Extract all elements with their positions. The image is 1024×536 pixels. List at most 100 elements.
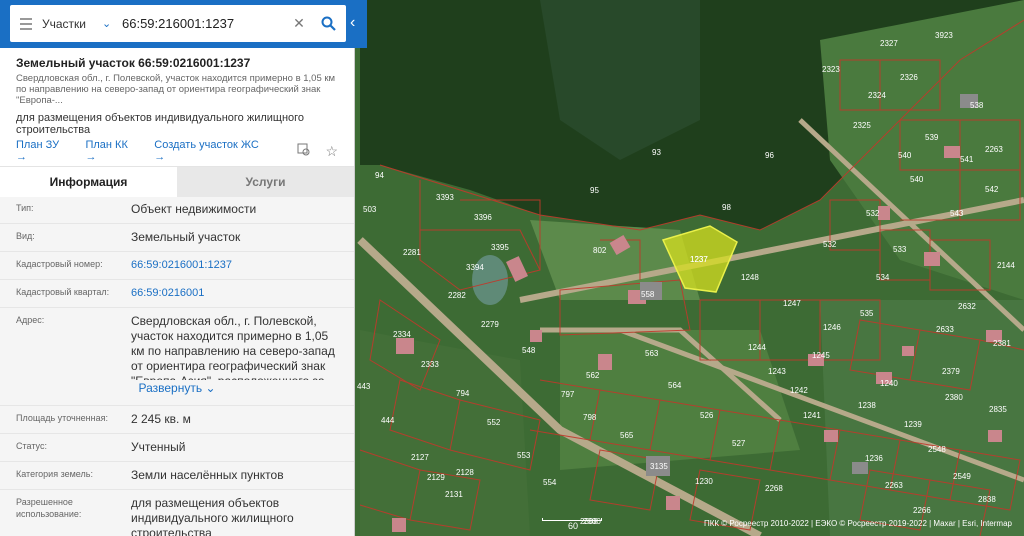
parcel-number-label[interactable]: 2633 (936, 325, 954, 334)
star-icon[interactable]: ☆ (325, 143, 338, 160)
parcel-number-label[interactable]: 3135 (650, 462, 668, 471)
parcel-number-label[interactable]: 2838 (978, 495, 996, 504)
parcel-number-label[interactable]: 2835 (989, 405, 1007, 414)
parcel-number-label[interactable]: 3393 (436, 193, 454, 202)
parcel-number-label[interactable]: 2327 (880, 39, 898, 48)
plan-zu-link[interactable]: План ЗУ → (16, 139, 71, 163)
parcel-number-label[interactable]: 1248 (741, 273, 759, 282)
parcel-number-label[interactable]: 1237 (690, 255, 708, 264)
parcel-number-label[interactable]: 565 (620, 431, 634, 440)
parcel-number-label[interactable]: 1244 (748, 343, 766, 352)
parcel-number-label[interactable]: 532 (866, 209, 880, 218)
parcel-number-label[interactable]: 1247 (783, 299, 801, 308)
locate-icon[interactable] (297, 143, 311, 160)
parcel-number-label[interactable]: 98 (722, 203, 731, 212)
parcel-number-label[interactable]: 563 (645, 349, 659, 358)
parcel-number-label[interactable]: 554 (543, 478, 557, 487)
parcel-number-label[interactable]: 3396 (474, 213, 492, 222)
parcel-number-label[interactable]: 564 (668, 381, 682, 390)
parcel-number-label[interactable]: 798 (583, 413, 597, 422)
parcel-number-label[interactable]: 94 (375, 171, 384, 180)
parcel-number-label[interactable]: 443 (357, 382, 371, 391)
parcel-number-label[interactable]: 540 (898, 151, 912, 160)
tab-info[interactable]: Информация (0, 167, 177, 197)
parcel-number-label[interactable]: 3395 (491, 243, 509, 252)
parcel-number-label[interactable]: 2325 (853, 121, 871, 130)
parcel-number-label[interactable]: 1241 (803, 411, 821, 420)
parcel-number-label[interactable]: 532 (823, 240, 837, 249)
parcel-number-label[interactable]: 2282 (448, 291, 466, 300)
parcel-number-label[interactable]: 2263 (985, 145, 1003, 154)
parcel-number-label[interactable]: 96 (765, 151, 774, 160)
parcel-number-label[interactable]: 539 (925, 133, 939, 142)
parcel-number-label[interactable]: 534 (876, 273, 890, 282)
parcel-number-label[interactable]: 2266 (913, 506, 931, 515)
parcel-number-label[interactable]: 2279 (481, 320, 499, 329)
parcel-number-label[interactable]: 2632 (958, 302, 976, 311)
parcel-number-label[interactable]: 538 (970, 101, 984, 110)
cadastral-number-link[interactable]: 66:59:0216001:1237 (131, 258, 338, 273)
parcel-number-label[interactable]: 1239 (904, 420, 922, 429)
parcel-number-label[interactable]: 527 (732, 439, 746, 448)
collapse-panel-icon[interactable]: ‹ (350, 14, 355, 32)
parcel-number-label[interactable]: 548 (522, 346, 536, 355)
parcel-number-label[interactable]: 93 (652, 148, 661, 157)
menu-icon[interactable] (10, 5, 42, 42)
parcel-number-label[interactable]: 95 (590, 186, 599, 195)
parcel-number-label[interactable]: 1236 (865, 454, 883, 463)
parcel-number-label[interactable]: 3394 (466, 263, 484, 272)
parcel-number-label[interactable]: 2323 (822, 65, 840, 74)
parcel-number-label[interactable]: 444 (381, 416, 395, 425)
parcel-number-label[interactable]: 535 (860, 309, 874, 318)
parcel-number-label[interactable]: 2144 (997, 261, 1015, 270)
parcel-number-label[interactable]: 3923 (935, 31, 953, 40)
parcel-number-label[interactable]: 2268 (765, 484, 783, 493)
parcel-number-label[interactable]: 2548 (928, 445, 946, 454)
parcel-number-label[interactable]: 540 (910, 175, 924, 184)
parcel-number-label[interactable]: 2549 (953, 472, 971, 481)
search-input[interactable]: 66:59:216001:1237 (122, 16, 288, 31)
cadastral-quarter-link[interactable]: 66:59:0216001 (131, 286, 338, 301)
create-parcel-link[interactable]: Создать участок ЖС → (154, 139, 269, 163)
parcel-number-label[interactable]: 562 (586, 371, 600, 380)
tab-services[interactable]: Услуги (177, 167, 354, 197)
parcel-number-label[interactable]: 1230 (695, 477, 713, 486)
clear-icon[interactable]: ✕ (288, 15, 310, 32)
parcel-number-label[interactable]: 2129 (427, 473, 445, 482)
parcel-number-label[interactable]: 2131 (445, 490, 463, 499)
parcel-number-label[interactable]: 553 (517, 451, 531, 460)
parcel-number-label[interactable]: 2281 (403, 248, 421, 257)
parcel-number-label[interactable]: 2334 (393, 330, 411, 339)
parcel-number-label[interactable]: 2380 (945, 393, 963, 402)
parcel-number-label[interactable]: 2333 (421, 360, 439, 369)
parcel-number-label[interactable]: 1245 (812, 351, 830, 360)
parcel-number-label[interactable]: 526 (700, 411, 714, 420)
parcel-number-label[interactable]: 558 (641, 290, 655, 299)
parcel-number-label[interactable]: 503 (363, 205, 377, 214)
parcel-number-label[interactable]: 533 (893, 245, 907, 254)
parcel-number-label[interactable]: 2127 (411, 453, 429, 462)
search-category[interactable]: Участки (42, 17, 102, 31)
parcel-number-label[interactable]: 802 (593, 246, 607, 255)
parcel-number-label[interactable]: 543 (950, 209, 964, 218)
parcel-number-label[interactable]: 2324 (868, 91, 886, 100)
parcel-number-label[interactable]: 542 (985, 185, 999, 194)
search-icon[interactable] (310, 5, 346, 42)
parcel-number-label[interactable]: 2381 (993, 339, 1011, 348)
parcel-number-label[interactable]: 1242 (790, 386, 808, 395)
expand-button[interactable]: Развернуть ⌄ (16, 381, 338, 395)
parcel-number-label[interactable]: 2263 (885, 481, 903, 490)
parcel-number-label[interactable]: 2379 (942, 367, 960, 376)
parcel-number-label[interactable]: 552 (487, 418, 501, 427)
parcel-number-label[interactable]: 1240 (880, 379, 898, 388)
parcel-number-label[interactable]: 2326 (900, 73, 918, 82)
parcel-number-label[interactable]: 797 (561, 390, 575, 399)
chevron-down-icon[interactable]: ⌄ (102, 17, 122, 30)
plan-kk-link[interactable]: План КК → (85, 139, 140, 163)
parcel-number-label[interactable]: 1246 (823, 323, 841, 332)
parcel-number-label[interactable]: 1243 (768, 367, 786, 376)
parcel-number-label[interactable]: 2128 (456, 468, 474, 477)
parcel-number-label[interactable]: 794 (456, 389, 470, 398)
search-box[interactable]: Участки ⌄ 66:59:216001:1237 ✕ (10, 5, 346, 42)
parcel-number-label[interactable]: 1238 (858, 401, 876, 410)
